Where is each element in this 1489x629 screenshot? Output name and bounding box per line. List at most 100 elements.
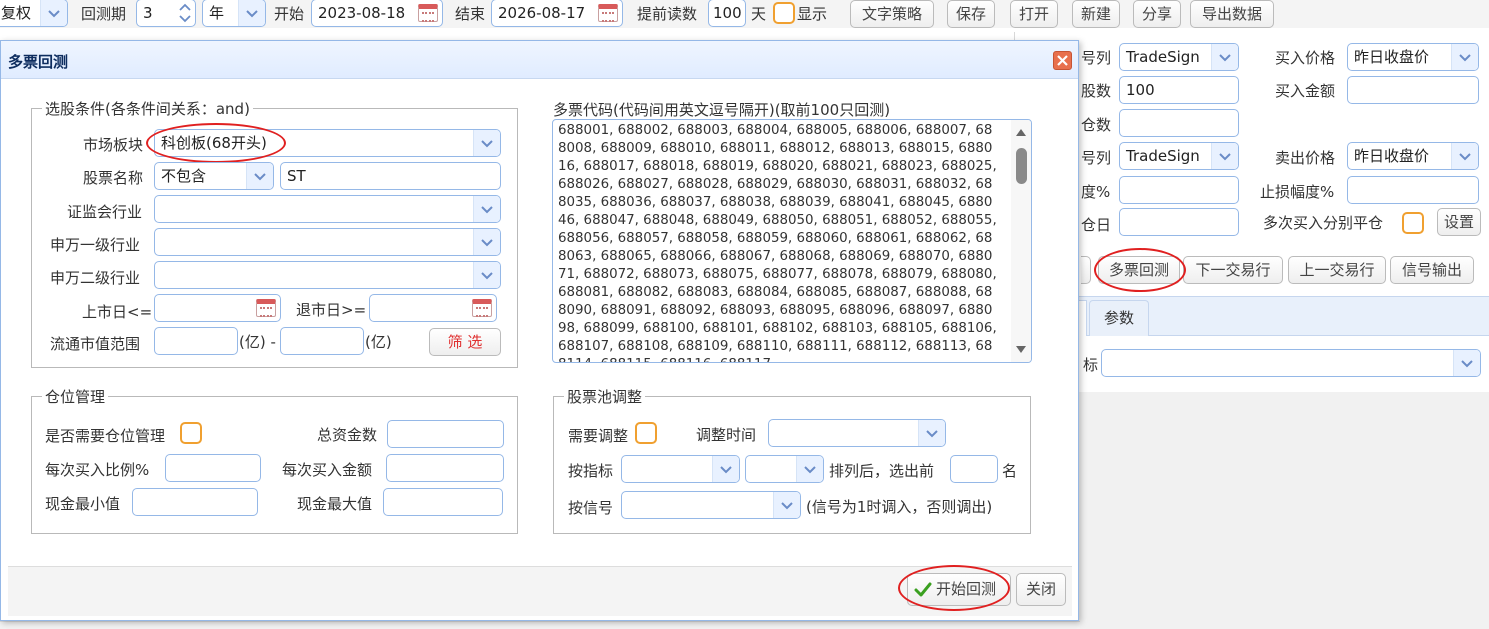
sw-level2-select[interactable] [154,261,501,289]
codes-scrollbar[interactable] [1011,120,1031,362]
signal-output-button[interactable]: 信号输出 [1390,256,1474,284]
calendar-icon[interactable] [472,299,492,317]
sort-order-select[interactable] [745,455,824,483]
end-label: 结束 [455,5,486,23]
close-day-field[interactable] [1119,208,1239,236]
indicator-label: 标 [1083,356,1099,374]
period-unit-select[interactable]: 年 [202,0,266,27]
stock-name-mode-select[interactable]: 不包含 [154,162,274,190]
sw-level1-select[interactable] [154,228,501,256]
multi-stock-backtest-button[interactable]: 多票回测 [1098,256,1180,284]
indicator-select[interactable] [621,455,740,483]
mcap-min-field[interactable] [154,327,238,355]
sell-price-select[interactable]: 昨日收盘价 [1347,142,1479,170]
sell-signal-col-label: 号列 [1081,149,1112,167]
delist-date-label: 退市日>= [296,301,367,319]
start-backtest-button[interactable]: 开始回测 [907,573,1011,606]
tab-params[interactable]: 参数 [1089,300,1149,336]
sell-price-label: 卖出价格 [1275,149,1336,167]
cash-max-label: 现金最大值 [297,495,373,513]
next-trade-row-button[interactable]: 下一交易行 [1183,256,1283,284]
show-checkbox[interactable] [773,2,795,24]
dialog-header: 多票回测 [1,41,1078,79]
start-date-value: 2023-08-18 [318,4,406,22]
new-button[interactable]: 新建 [1072,0,1120,28]
buy-ratio-field[interactable] [165,454,261,482]
delist-date-field[interactable] [369,294,497,322]
prev-trade-row-button[interactable]: 上一交易行 [1288,256,1386,284]
open-button[interactable]: 打开 [1010,0,1058,28]
shares-value: 100 [1126,81,1155,99]
market-value: 科创板(68开头) [161,134,267,152]
positions-label: 仓数 [1081,116,1112,134]
fuquan-select[interactable]: 复权 [0,0,68,27]
chevron-down-icon [481,140,493,148]
preread-unit: 天 [751,5,767,23]
stock-name-field[interactable]: ST [280,162,501,190]
rank-count-field[interactable] [950,455,998,483]
indicator-select[interactable] [1101,349,1481,377]
mcap-max-field[interactable] [280,327,364,355]
scroll-up-icon[interactable] [1016,128,1026,136]
position-need-checkbox[interactable] [180,422,202,444]
save-button[interactable]: 保存 [947,0,995,28]
csrc-industry-label: 证监会行业 [67,203,143,221]
signal-note: (信号为1时调入，否则调出) [806,498,993,516]
stock-name-mode-value: 不包含 [161,167,207,185]
buy-signal-col-select[interactable]: TradeSign [1119,43,1239,71]
shares-field[interactable]: 100 [1119,76,1239,104]
total-capital-field[interactable] [387,420,504,448]
period-stepper[interactable]: 3 [136,0,196,27]
chevron-down-icon [481,206,493,214]
export-data-button[interactable]: 导出数据 [1190,0,1274,28]
sell-signal-col-select[interactable]: TradeSign [1119,142,1239,170]
start-date-field[interactable]: 2023-08-18 [311,0,443,27]
chevron-down-icon [804,466,816,474]
end-date-value: 2026-08-17 [498,4,586,22]
buy-amount-field[interactable] [1347,76,1479,104]
stock-name-value: ST [287,167,306,185]
stop-loss-field[interactable] [1347,176,1479,204]
buy-ratio-label: 每次买入比例% [45,461,150,479]
end-date-field[interactable]: 2026-08-17 [491,0,623,27]
positions-field[interactable] [1119,109,1239,137]
list-date-field[interactable] [154,294,281,322]
prev-partial-button[interactable] [1081,256,1091,284]
text-strategy-button[interactable]: 文字策略 [850,0,934,28]
multi-buy-close-checkbox[interactable] [1402,212,1424,234]
close-icon[interactable] [1053,51,1072,70]
codes-textarea[interactable]: 688001, 688002, 688003, 688004, 688005, … [552,119,1032,363]
cash-min-label: 现金最小值 [45,495,121,513]
scroll-down-icon[interactable] [1016,346,1026,354]
pool-need-checkbox[interactable] [635,422,657,444]
sell-signal-col-value: TradeSign [1126,147,1200,165]
preread-value: 100 [713,4,742,22]
calendar-icon[interactable] [598,4,618,22]
chevron-down-icon [1219,54,1231,62]
share-button[interactable]: 分享 [1133,0,1181,28]
cash-min-field[interactable] [132,488,258,516]
cash-max-field[interactable] [383,488,503,516]
codes-label: 多票代码(代码间用英文逗号隔开)(取前100只回测) [553,101,891,119]
total-capital-label: 总资金数 [317,426,378,444]
chevron-down-icon [481,272,493,280]
market-select[interactable]: 科创板(68开头) [154,129,501,157]
scroll-thumb[interactable] [1016,148,1027,184]
buy-price-select[interactable]: 昨日收盘价 [1347,43,1479,71]
calendar-icon[interactable] [418,4,438,22]
buy-amount-per-field[interactable] [386,454,504,482]
take-profit-field[interactable] [1119,176,1239,204]
filter-legend: 选股条件(各条件间关系：and) [45,100,250,118]
pool-legend: 股票池调整 [567,388,643,406]
signal-select[interactable] [621,491,801,519]
multi-buy-close-label: 多次买入分别平仓 [1263,214,1384,232]
adjust-time-select[interactable] [768,419,946,447]
calendar-icon[interactable] [256,299,276,317]
settings-button[interactable]: 设置 [1437,208,1481,236]
preread-field[interactable]: 100 [708,0,746,27]
close-button[interactable]: 关闭 [1016,573,1066,606]
filter-button[interactable]: 筛 选 [429,328,501,356]
stepper-arrows-icon[interactable] [178,2,192,24]
csrc-industry-select[interactable] [154,195,501,223]
stock-name-label: 股票名称 [83,169,144,187]
